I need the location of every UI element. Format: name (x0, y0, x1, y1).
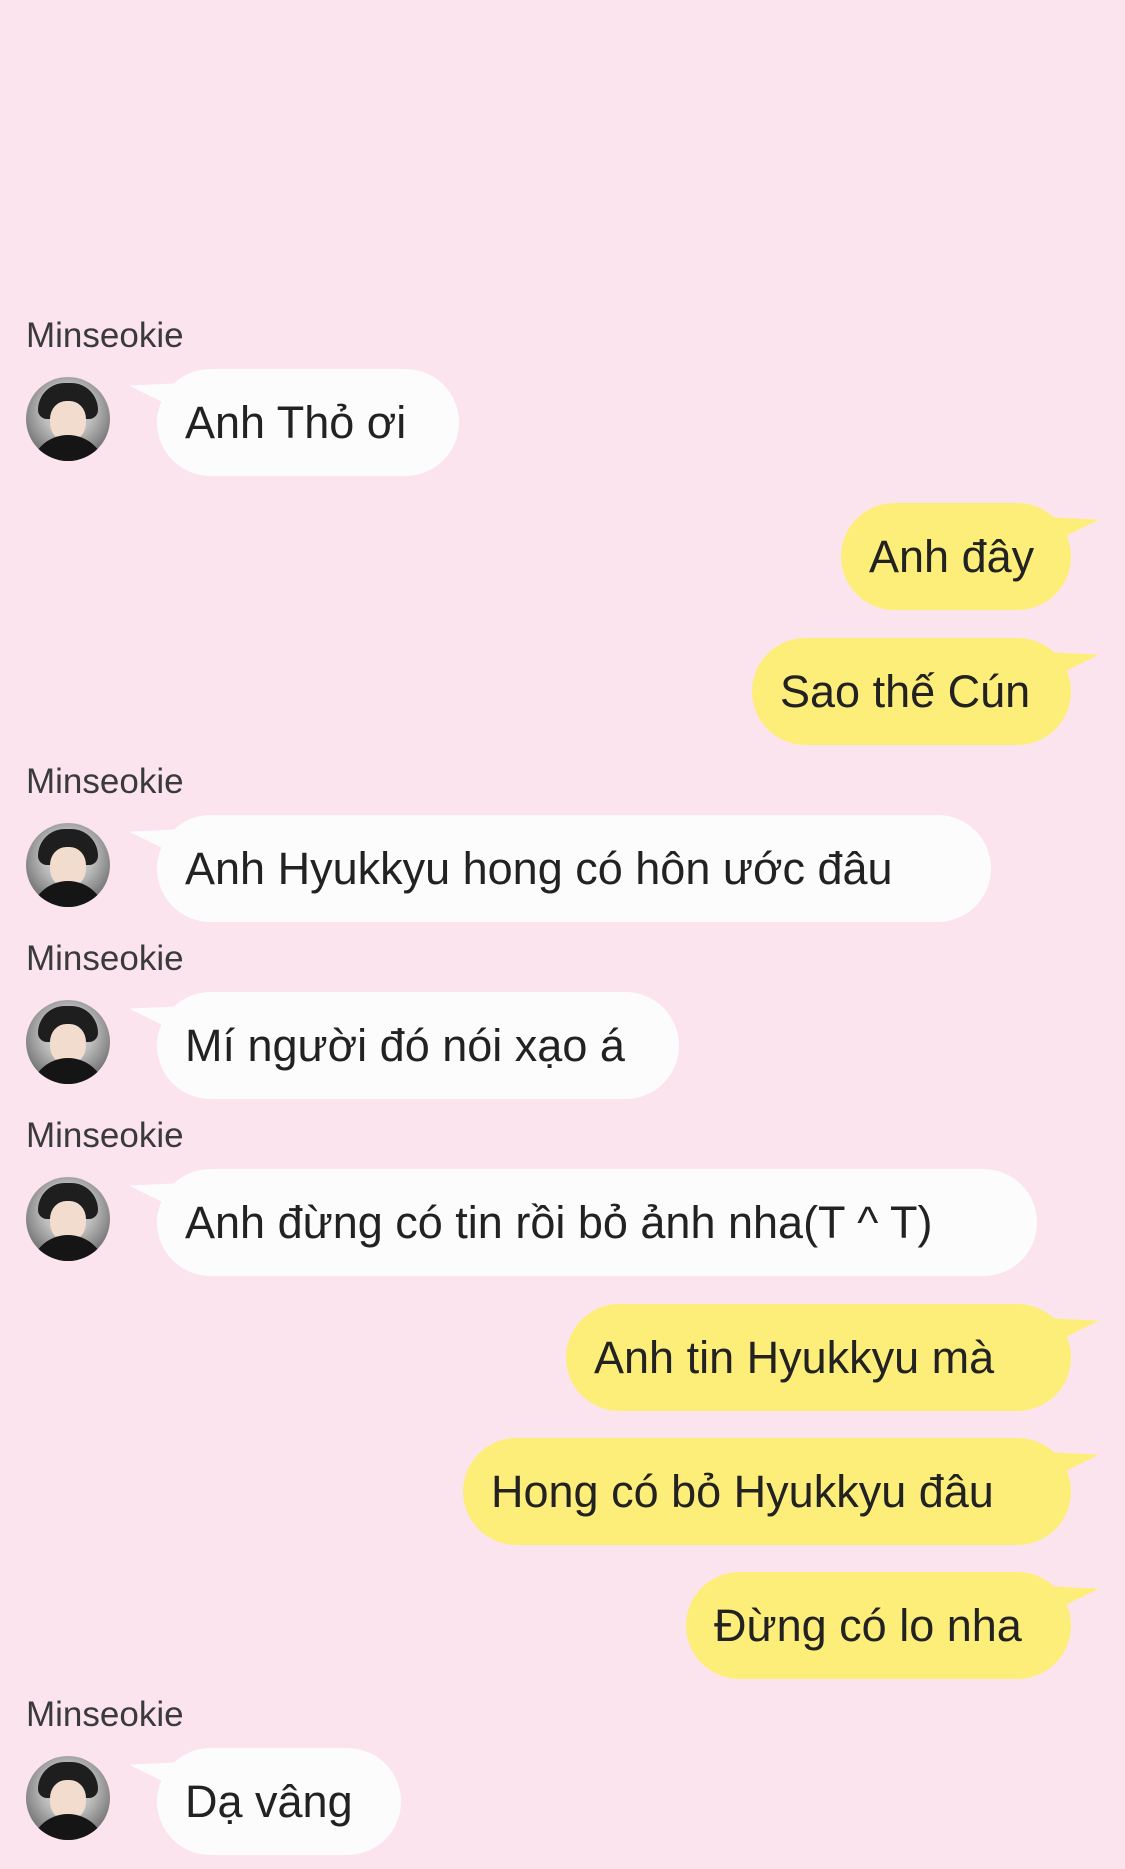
sender-name: Minseokie (26, 316, 184, 355)
outgoing-message-bubble[interactable]: Đừng có lo nha (686, 1572, 1071, 1679)
incoming-message-bubble[interactable]: Anh Thỏ ơi (157, 369, 459, 476)
incoming-message-bubble[interactable]: Mí người đó nói xạo á (157, 992, 679, 1099)
avatar[interactable] (26, 1177, 110, 1261)
chat-thread[interactable]: Minseokie Anh Thỏ ơi Anh đây Sao thế Cún… (0, 0, 1125, 1869)
avatar[interactable] (26, 1000, 110, 1084)
avatar[interactable] (26, 823, 110, 907)
avatar-body (30, 1814, 106, 1840)
sender-name: Minseokie (26, 762, 184, 801)
outgoing-message-bubble[interactable]: Sao thế Cún (752, 638, 1071, 745)
incoming-message-bubble[interactable]: Anh đừng có tin rồi bỏ ảnh nha(T ^ T) (157, 1169, 1037, 1276)
outgoing-message-bubble[interactable]: Anh đây (841, 503, 1071, 610)
avatar-body (30, 1058, 106, 1084)
avatar-body (30, 881, 106, 907)
sender-name: Minseokie (26, 1695, 184, 1734)
sender-name: Minseokie (26, 1116, 184, 1155)
incoming-message-bubble[interactable]: Anh Hyukkyu hong có hôn ước đâu (157, 815, 991, 922)
sender-name: Minseokie (26, 939, 184, 978)
incoming-message-bubble[interactable]: Dạ vâng (157, 1748, 401, 1855)
avatar[interactable] (26, 377, 110, 461)
outgoing-message-bubble[interactable]: Hong có bỏ Hyukkyu đâu (463, 1438, 1071, 1545)
avatar-body (30, 1235, 106, 1261)
outgoing-message-bubble[interactable]: Anh tin Hyukkyu mà (566, 1304, 1071, 1411)
avatar-body (30, 435, 106, 461)
avatar[interactable] (26, 1756, 110, 1840)
